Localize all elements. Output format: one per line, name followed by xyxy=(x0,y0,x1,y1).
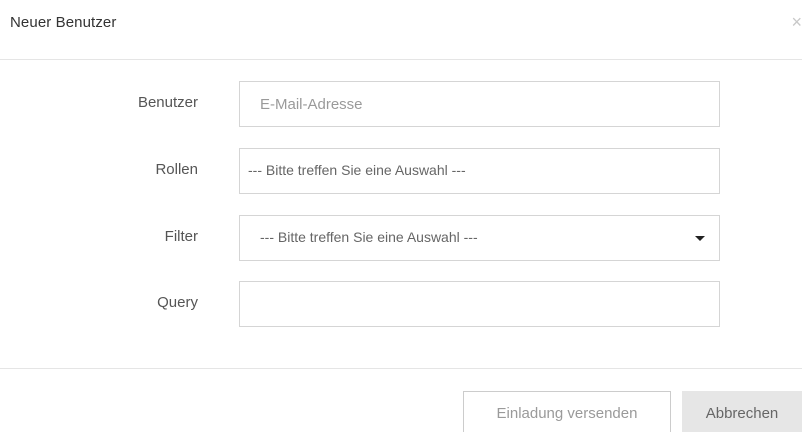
filter-select[interactable]: --- Bitte treffen Sie eine Auswahl --- xyxy=(239,215,720,261)
roles-select-value: --- Bitte treffen Sie eine Auswahl --- xyxy=(248,162,466,178)
filter-row: Filter --- Bitte treffen Sie eine Auswah… xyxy=(0,215,802,261)
send-invitation-button[interactable]: Einladung versenden xyxy=(463,391,671,432)
dialog-title: Neuer Benutzer xyxy=(10,14,117,31)
query-field-box xyxy=(239,281,720,327)
user-field-box xyxy=(239,81,720,127)
user-email-input[interactable] xyxy=(240,82,719,126)
roles-multiselect[interactable]: --- Bitte treffen Sie eine Auswahl --- xyxy=(239,148,720,194)
query-input[interactable] xyxy=(240,282,719,326)
filter-select-value: --- Bitte treffen Sie eine Auswahl --- xyxy=(260,229,478,245)
roles-row: Rollen --- Bitte treffen Sie eine Auswah… xyxy=(0,148,802,194)
dialog-header: Neuer Benutzer × xyxy=(0,0,802,60)
query-label: Query xyxy=(157,294,198,311)
query-row: Query xyxy=(0,281,802,327)
user-row: Benutzer xyxy=(0,81,802,127)
caret-down-icon xyxy=(695,236,705,241)
cancel-button[interactable]: Abbrechen xyxy=(682,391,802,432)
user-label: Benutzer xyxy=(137,94,198,111)
roles-label: Rollen xyxy=(155,161,198,178)
filter-label: Filter xyxy=(164,228,198,245)
dialog-footer: Einladung versenden Abbrechen xyxy=(0,368,802,432)
close-icon[interactable]: × xyxy=(788,12,802,32)
new-user-dialog: Neuer Benutzer × Benutzer Rollen --- Bit… xyxy=(0,0,802,432)
